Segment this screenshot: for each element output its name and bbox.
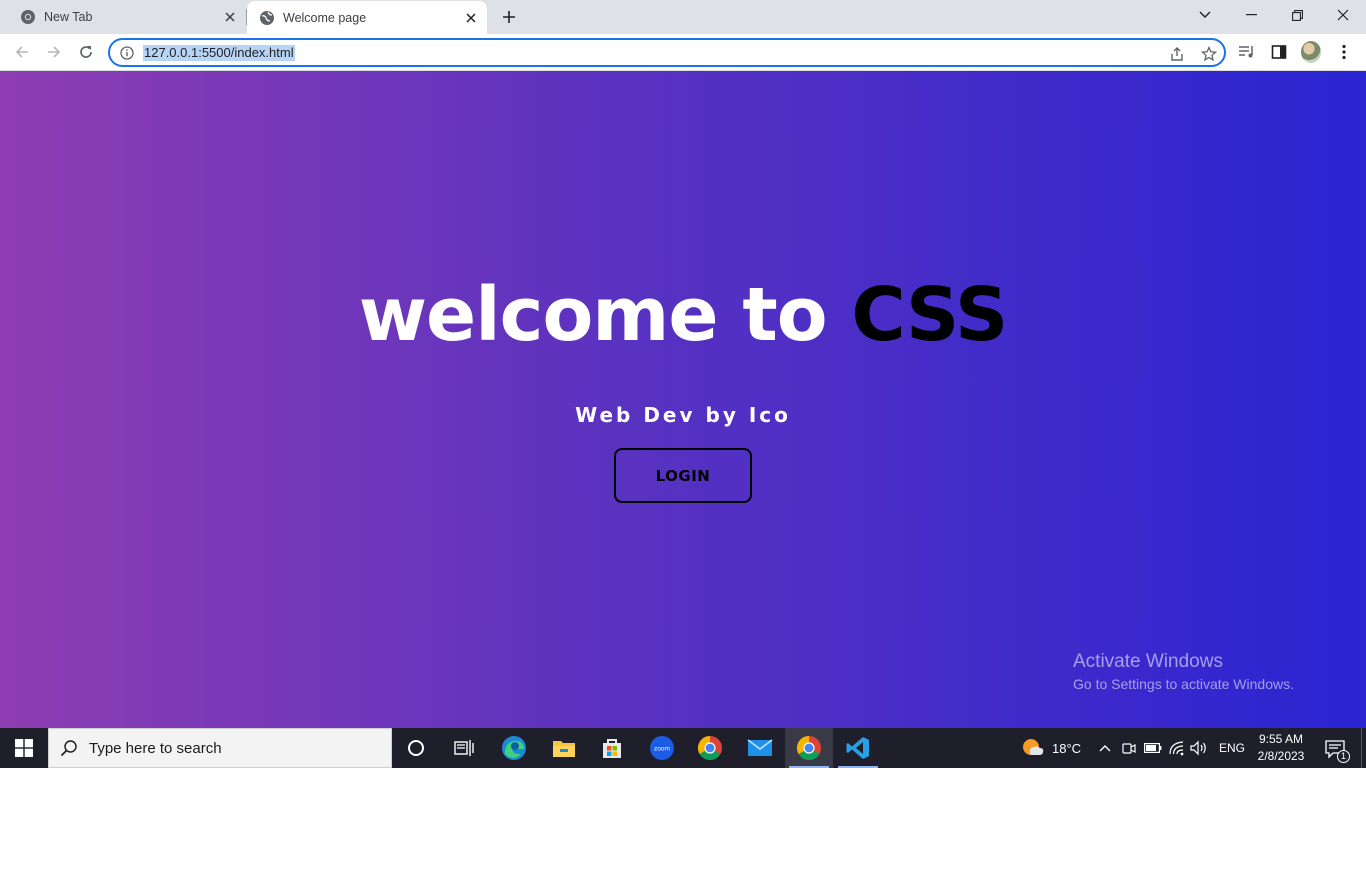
notification-badge: 1 (1337, 750, 1350, 763)
windows-logo-icon (15, 739, 33, 757)
weather-temp[interactable]: 18°C (1052, 741, 1081, 756)
avatar (1301, 41, 1321, 63)
forward-button[interactable] (42, 40, 66, 64)
notifications-button[interactable]: 1 (1324, 738, 1350, 763)
page-subtitle: Web Dev by Ico (575, 403, 791, 427)
weather-icon[interactable] (1021, 736, 1045, 760)
taskbar-search-box[interactable]: Type here to search (48, 728, 392, 768)
edge-icon[interactable] (490, 728, 538, 768)
tab-new-tab[interactable]: New Tab (0, 0, 246, 34)
activate-windows-watermark: Activate Windows Go to Settings to activ… (1073, 651, 1294, 695)
arrow-right-icon (48, 46, 61, 58)
address-bar[interactable]: 127.0.0.1:5500/index.html (108, 38, 1226, 67)
title-main-text: welcome to (358, 272, 852, 358)
tab-title: Welcome page (283, 10, 367, 25)
close-window-button[interactable] (1320, 0, 1366, 30)
globe-icon (259, 10, 275, 26)
task-view-icon[interactable] (440, 728, 488, 768)
chrome-icon (20, 9, 36, 25)
reload-button[interactable] (74, 40, 98, 64)
new-tab-button[interactable] (498, 6, 520, 28)
minimize-icon (1245, 14, 1257, 16)
language-indicator[interactable]: ENG (1219, 741, 1245, 755)
page-viewport: welcome to CSS Web Dev by Ico LOGIN Acti… (0, 71, 1366, 728)
tab-welcome-page[interactable]: Welcome page (247, 1, 487, 34)
watermark-subtitle: Go to Settings to activate Windows. (1073, 676, 1294, 692)
minimize-button[interactable] (1228, 0, 1274, 30)
side-panel-icon[interactable] (1269, 42, 1289, 62)
chevron-up-icon[interactable] (1096, 739, 1114, 757)
close-tab-icon[interactable] (463, 10, 479, 26)
restore-icon (1291, 9, 1303, 21)
file-explorer-icon[interactable] (540, 728, 588, 768)
title-accent-text: CSS (851, 272, 1008, 358)
search-icon (49, 739, 89, 757)
open-app-indicator (838, 766, 878, 768)
plus-icon (503, 11, 515, 23)
arrow-left-icon (15, 46, 28, 58)
browser-toolbar: 127.0.0.1:5500/index.html (0, 34, 1366, 71)
chevron-down-icon (1199, 11, 1211, 18)
volume-icon[interactable] (1190, 739, 1208, 757)
cortana-icon[interactable] (392, 728, 440, 768)
clock-date: 2/8/2023 (1257, 749, 1305, 763)
battery-icon[interactable] (1144, 739, 1162, 757)
restore-button[interactable] (1274, 0, 1320, 30)
clock-time: 9:55 AM (1258, 732, 1304, 746)
site-info-icon[interactable] (119, 45, 135, 61)
login-button[interactable]: LOGIN (614, 448, 752, 503)
page-title: welcome to CSS (0, 275, 1366, 355)
zoom-icon[interactable]: zoom (638, 728, 686, 768)
active-app-indicator (789, 766, 829, 768)
chrome-active-icon[interactable] (785, 728, 833, 768)
tab-strip: New Tab Welcome page (0, 0, 1366, 34)
vscode-icon[interactable] (834, 728, 882, 768)
profile-avatar[interactable] (1301, 41, 1321, 63)
windows-taskbar: Type here to search zoom 18°C ENG 9:55 A… (0, 728, 1366, 768)
close-icon (1337, 9, 1349, 21)
watermark-title: Activate Windows (1073, 651, 1223, 672)
store-icon[interactable] (588, 728, 636, 768)
back-button[interactable] (10, 40, 34, 64)
media-control-icon[interactable] (1237, 42, 1257, 62)
clock[interactable]: 9:55 AM 2/8/2023 (1250, 731, 1312, 765)
chrome-icon[interactable] (686, 728, 734, 768)
start-button[interactable] (0, 728, 48, 768)
url-text[interactable]: 127.0.0.1:5500/index.html (143, 45, 295, 61)
show-desktop-button[interactable] (1361, 728, 1366, 768)
menu-icon[interactable] (1334, 42, 1354, 62)
tab-search-button[interactable] (1182, 0, 1228, 30)
share-icon[interactable] (1168, 45, 1186, 63)
wifi-icon[interactable] (1168, 739, 1186, 757)
mail-icon[interactable] (736, 728, 784, 768)
reload-icon (80, 46, 92, 58)
meet-now-icon[interactable] (1120, 739, 1138, 757)
close-tab-icon[interactable] (222, 9, 238, 25)
search-placeholder: Type here to search (89, 739, 222, 757)
star-icon[interactable] (1200, 45, 1218, 63)
tab-title: New Tab (44, 10, 93, 24)
svg-text:zoom: zoom (654, 746, 670, 753)
